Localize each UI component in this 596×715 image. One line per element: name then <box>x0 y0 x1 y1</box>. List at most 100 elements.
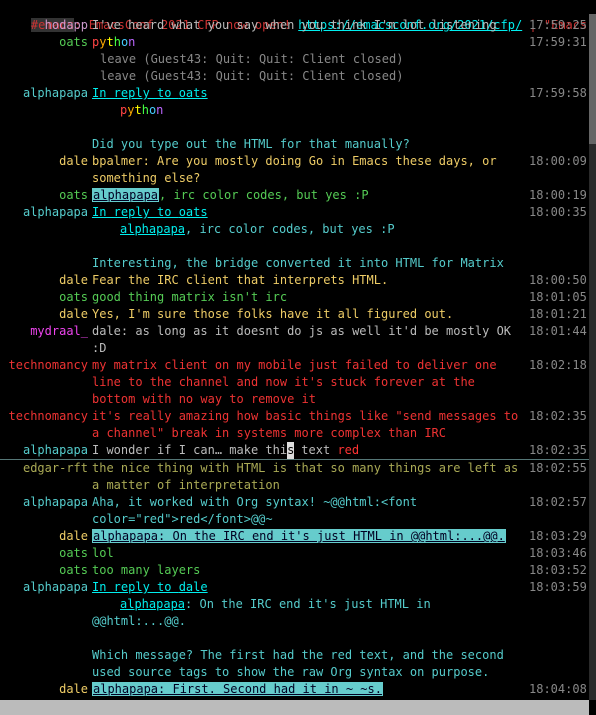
message-body: python <box>92 102 529 119</box>
message-body: alphapapa, irc color codes, but yes :P <box>92 221 529 238</box>
python-rainbow: python <box>92 35 135 49</box>
nick: alphapapa <box>0 579 92 596</box>
message-body: dale: as long as it doesnt do js as well… <box>92 323 529 357</box>
message-body: good thing matrix isn't irc <box>92 289 529 306</box>
message-row: edgar-rftthe nice thing with HTML is tha… <box>0 460 589 494</box>
message-body: I've heard what you say when you think I… <box>92 17 529 34</box>
message-row: leave (Guest43: Quit: Quit: Client close… <box>0 68 589 85</box>
message-body: Interesting, the bridge converted it int… <box>92 255 529 272</box>
message-body: too many layers <box>92 562 529 579</box>
system-message: leave (Guest43: Quit: Quit: Client close… <box>92 52 403 66</box>
mode-line: -:%*- *Ement Room: #emacs* 8% L117 (Emen… <box>0 700 589 715</box>
message-row: alphapapaI wonder if I can… make this te… <box>0 442 589 460</box>
nick: alphapapa <box>0 494 92 511</box>
message-row: alphapapaIn reply to dale18:03:59 <box>0 579 589 596</box>
timestamp: 18:00:19 <box>529 187 589 204</box>
timestamp: 18:03:59 <box>529 579 589 596</box>
nick: dale <box>0 306 92 323</box>
mention-link[interactable]: alphapapa <box>120 222 185 236</box>
timestamp: 18:02:35 <box>529 408 589 425</box>
timestamp: 18:00:09 <box>529 153 589 170</box>
message-body: python <box>92 34 529 51</box>
message-row: daleYes, I'm sure those folks have it al… <box>0 306 589 323</box>
reply-link[interactable]: In reply to <box>92 580 179 594</box>
nick: mydraal_ <box>0 323 92 340</box>
timestamp: 18:03:29 <box>529 528 589 545</box>
message-body: Did you type out the HTML for that manua… <box>92 136 529 153</box>
message-row: alphapapaAha, it worked with Org syntax!… <box>0 494 589 528</box>
reply-target-link[interactable]: oats <box>179 205 208 219</box>
message-row: hodappI've heard what you say when you t… <box>0 17 589 34</box>
nick: alphapapa <box>0 204 92 221</box>
reply-link[interactable]: In reply to <box>92 205 179 219</box>
message-row: oatsgood thing matrix isn't irc18:01:05 <box>0 289 589 306</box>
timestamp: 18:02:57 <box>529 494 589 511</box>
message-body: Fear the IRC client that interprets HTML… <box>92 272 529 289</box>
message-body: alphapapa: On the IRC end it's just HTML… <box>92 528 529 545</box>
nick: dale <box>0 528 92 545</box>
timestamp: 18:00:50 <box>529 272 589 289</box>
timestamp: 18:03:46 <box>529 545 589 562</box>
nick: edgar-rft <box>0 460 92 477</box>
timestamp: 18:02:18 <box>529 357 589 374</box>
message-body: I wonder if I can… make this text red <box>92 442 529 459</box>
message-row: oatstoo many layers18:03:52 <box>0 562 589 579</box>
message-body: leave (Guest43: Quit: Quit: Client close… <box>92 51 529 68</box>
timestamp: 17:59:58 <box>529 85 589 102</box>
nick: oats <box>0 289 92 306</box>
message-body: In reply to oats <box>92 204 529 221</box>
python-rainbow: python <box>120 103 163 117</box>
nick: oats <box>0 34 92 51</box>
nick: hodapp <box>0 17 92 34</box>
scrollbar-thumb[interactable] <box>589 14 596 144</box>
message-row: oatslol18:03:46 <box>0 545 589 562</box>
mention-link[interactable]: alphapapa <box>120 597 185 611</box>
timestamp: 18:01:05 <box>529 289 589 306</box>
nick: oats <box>0 545 92 562</box>
message-row: oatsalphapapa, irc color codes, but yes … <box>0 187 589 204</box>
message-body: In reply to oats <box>92 85 529 102</box>
message-row: Did you type out the HTML for that manua… <box>0 136 589 153</box>
nick: alphapapa <box>0 85 92 102</box>
message-row: dalebpalmer: Are you mostly doing Go in … <box>0 153 589 187</box>
highlight-mention: alphapapa <box>92 188 159 202</box>
timestamp: 18:01:44 <box>529 323 589 340</box>
message-row: dalealphapapa: First. Second had it in ~… <box>0 681 589 698</box>
nick: dale <box>0 153 92 170</box>
message-body: my matrix client on my mobile just faile… <box>92 357 529 408</box>
nick: technomancy <box>0 408 92 425</box>
message-row: alphapapaIn reply to oats18:00:35 <box>0 204 589 221</box>
message-row: technomancyit's really amazing how basic… <box>0 408 589 442</box>
message-row: technomancymy matrix client on my mobile… <box>0 357 589 408</box>
nick: technomancy <box>0 357 92 374</box>
nick: dale <box>0 272 92 289</box>
timestamp: 18:00:35 <box>529 204 589 221</box>
reply-link[interactable]: In reply to <box>92 86 179 100</box>
nick: alphapapa <box>0 442 92 459</box>
message-body: lol <box>92 545 529 562</box>
message-body: Which message? The first had the red tex… <box>92 647 529 681</box>
nick: dale <box>0 681 92 698</box>
reply-target-link[interactable]: oats <box>179 86 208 100</box>
message-row: python <box>0 102 589 119</box>
message-row: dalealphapapa: On the IRC end it's just … <box>0 528 589 545</box>
message-row: alphapapa: On the IRC end it's just HTML… <box>0 596 589 630</box>
highlight-mention: alphapapa: First. Second had it in ~ ~s. <box>92 682 383 696</box>
timestamp: 18:01:21 <box>529 306 589 323</box>
message-list[interactable]: hodappI've heard what you say when you t… <box>0 17 589 700</box>
message-body: it's really amazing how basic things lik… <box>92 408 529 442</box>
system-message: leave (Guest43: Quit: Quit: Client close… <box>92 69 403 83</box>
message-body: Aha, it worked with Org syntax! ~@@html:… <box>92 494 529 528</box>
message-row: mydraal_dale: as long as it doesnt do js… <box>0 323 589 357</box>
highlight-mention: alphapapa: On the IRC end it's just HTML… <box>92 529 506 543</box>
timestamp: 17:59:31 <box>529 34 589 51</box>
message-body: Yes, I'm sure those folks have it all fi… <box>92 306 529 323</box>
message-body: the nice thing with HTML is that so many… <box>92 460 529 494</box>
timestamp: 17:59:25 <box>529 17 589 34</box>
message-body: In reply to dale <box>92 579 529 596</box>
message-body: alphapapa: On the IRC end it's just HTML… <box>92 596 529 630</box>
timestamp: 18:04:08 <box>529 681 589 698</box>
message-row: Which message? The first had the red tex… <box>0 647 589 681</box>
reply-target-link[interactable]: dale <box>179 580 208 594</box>
nick: oats <box>0 187 92 204</box>
